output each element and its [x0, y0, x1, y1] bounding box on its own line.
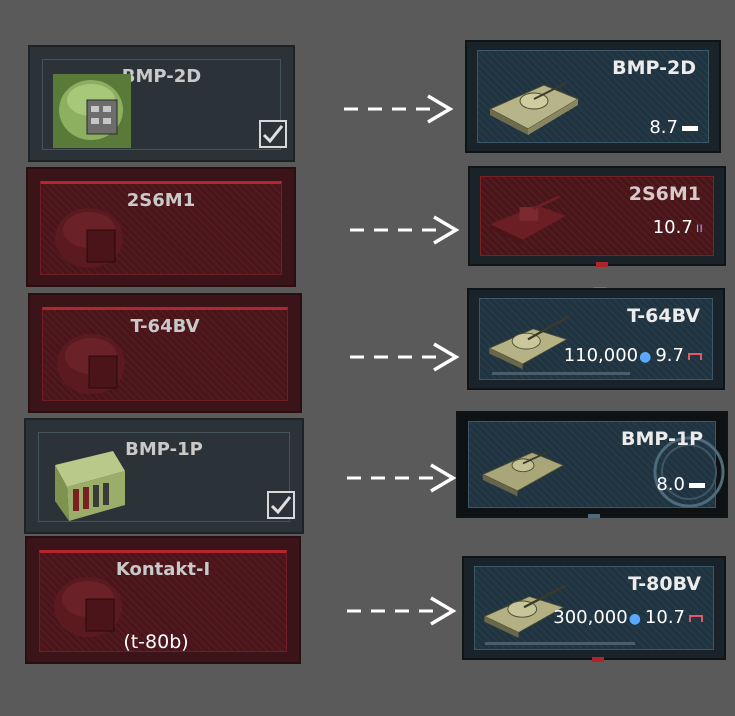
vehicle-name: BMP-2D [612, 57, 696, 79]
research-progress-bar [485, 642, 635, 645]
locked-turret-icon [57, 334, 125, 394]
tech-tree-connector [588, 514, 600, 518]
annotation-text: (t-80b) [123, 631, 189, 653]
battle-rating-value: 10.7 [652, 217, 693, 238]
vehicle-card-t-80bv[interactable]: T-80BV 300,000● 10.7 [462, 556, 726, 662]
mod-card-frame: BMP-2D [42, 59, 287, 150]
spaa-icon [490, 195, 566, 245]
battle-rating: 8.0 [656, 474, 705, 495]
mod-card-bmp-2d[interactable]: BMP-2D [28, 45, 295, 162]
vehicle-card-frame: 2S6M1 10.7 ıı [480, 176, 714, 256]
research-cost-and-br: 110,000● 9.7 [564, 345, 702, 366]
battle-rating: 10.7 ıı [653, 217, 703, 238]
vehicle-card-frame: BMP-1P 8.0 [468, 421, 725, 508]
vehicle-card-2s6m1[interactable]: 2S6M1 10.7 ıı [468, 166, 726, 267]
mod-card-t-64bv[interactable]: T-64BV [28, 293, 302, 413]
research-point-icon: ● [639, 349, 652, 365]
mod-card-frame: BMP-1P [38, 432, 295, 522]
mod-card-2s6m1[interactable]: 2S6M1 [26, 167, 296, 287]
battle-rating-value: 8.0 [656, 474, 685, 495]
research-points-value: 110,000 [563, 345, 639, 366]
research-cost-and-br: 300,000● 10.7 [553, 607, 703, 628]
spaa-class-icon: ıı [695, 220, 703, 236]
checkmark-icon [270, 496, 292, 515]
mod-card-bmp-1p[interactable]: BMP-1P [24, 418, 304, 534]
vehicle-card-bmp-2d[interactable]: BMP-2D 8.7 [465, 40, 721, 153]
medium-tank-class-icon [688, 352, 702, 360]
research-point-icon: ● [628, 611, 641, 627]
mod-card-frame: 2S6M1 [40, 181, 282, 275]
battle-rating-value: 8.7 [649, 117, 678, 138]
vehicle-card-bmp-1p[interactable]: BMP-1P 8.0 [456, 411, 728, 518]
mod-card-frame: Kontakt-I (t-80b) [39, 550, 287, 653]
tank-icon [488, 82, 580, 135]
vehicle-card-frame: BMP-2D 8.7 [477, 50, 709, 143]
tech-tree-connector [596, 262, 608, 267]
dashed-arrow-icon [347, 463, 457, 493]
mod-card-frame: T-64BV [42, 307, 288, 401]
checkbox-checked[interactable] [267, 491, 295, 519]
checkmark-icon [262, 125, 284, 144]
vehicle-name: BMP-1P [620, 428, 703, 450]
mod-card-kontakt-i[interactable]: Kontakt-I (t-80b) [25, 536, 301, 664]
green-armor-module-icon [53, 74, 131, 148]
ammo-crate-icon [55, 451, 125, 521]
dashed-arrow-icon [350, 215, 460, 245]
battle-rating-value: 10.7 [644, 607, 685, 628]
light-tank-class-icon [682, 125, 698, 131]
battle-rating: 8.7 [649, 117, 698, 138]
vehicle-card-t-64bv[interactable]: T-64BV 110,000● 9.7 [467, 288, 725, 390]
tank-icon [488, 315, 570, 370]
vehicle-name: 2S6M1 [628, 183, 701, 205]
battle-rating-value: 9.7 [655, 345, 684, 366]
medium-tank-class-icon [689, 614, 703, 622]
dashed-arrow-icon [350, 342, 460, 372]
vehicle-card-frame: T-80BV 300,000● 10.7 [474, 566, 714, 650]
vehicle-card-frame: T-64BV 110,000● 9.7 [479, 298, 713, 380]
dashed-arrow-icon [347, 596, 457, 626]
light-tank-class-icon [689, 482, 705, 488]
research-progress-bar [492, 372, 630, 375]
tank-icon [481, 451, 565, 497]
tech-tree-connector [592, 657, 604, 662]
vehicle-name: T-64BV [627, 305, 700, 327]
dashed-arrow-icon [344, 94, 454, 124]
vehicle-name: T-80BV [628, 573, 701, 595]
research-points-value: 300,000 [553, 607, 628, 628]
locked-turret-icon [55, 208, 123, 268]
checkbox-checked[interactable] [259, 120, 287, 148]
